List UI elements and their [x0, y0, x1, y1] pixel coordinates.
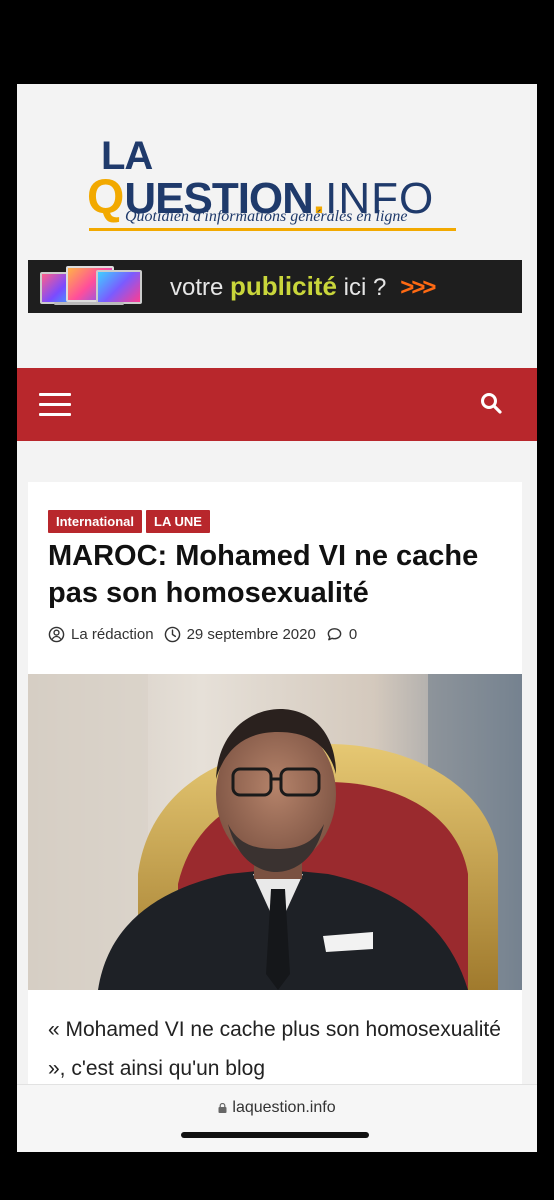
tag-international[interactable]: International	[48, 510, 143, 533]
home-indicator[interactable]	[181, 1132, 369, 1138]
tagline-underline	[89, 228, 456, 231]
ad-banner[interactable]: votre publicité ici ? >>>	[28, 260, 522, 313]
comment-icon	[327, 628, 342, 641]
site-tagline: Quotidien d'informations générales en li…	[125, 208, 408, 225]
article-title[interactable]: MAROC: Mohamed VI ne cache pas son homos…	[48, 538, 508, 612]
article-lede: « Mohamed VI ne cache plus son homosexua…	[48, 1018, 501, 1080]
user-icon	[48, 626, 65, 643]
lock-icon	[218, 1103, 227, 1113]
monitors-image	[36, 264, 144, 310]
article-tags: International LA UNE	[48, 510, 214, 533]
article-photo[interactable]	[28, 674, 522, 990]
hamburger-menu-icon[interactable]	[39, 390, 71, 418]
ad-text-pre: votre	[170, 274, 231, 301]
ad-arrows-icon: >>>	[400, 274, 436, 301]
article-author[interactable]: La rédaction	[71, 626, 154, 643]
article-comment-count[interactable]: 0	[349, 626, 357, 643]
url-display[interactable]: laquestion.info	[17, 1099, 537, 1117]
browser-url-bar[interactable]: laquestion.info	[17, 1084, 537, 1152]
tag-la-une[interactable]: LA UNE	[146, 510, 210, 533]
search-icon[interactable]	[479, 391, 503, 415]
ad-text-strong: publicité	[230, 271, 337, 301]
ad-text-post: ici ?	[336, 274, 387, 301]
browser-viewport: LA QUESTION.INFO Quotidien d'information…	[17, 84, 537, 1152]
article-card: International LA UNE MAROC: Mohamed VI ne…	[28, 482, 522, 1152]
logo-q: Q	[87, 171, 125, 224]
article-meta: La rédaction 29 septembre 2020 0	[48, 626, 357, 643]
article-date: 29 septembre 2020	[186, 626, 316, 643]
main-navbar	[17, 368, 537, 441]
ad-text: votre publicité ici ? >>>	[170, 271, 436, 302]
url-text: laquestion.info	[232, 1099, 336, 1116]
clock-icon	[164, 626, 180, 643]
